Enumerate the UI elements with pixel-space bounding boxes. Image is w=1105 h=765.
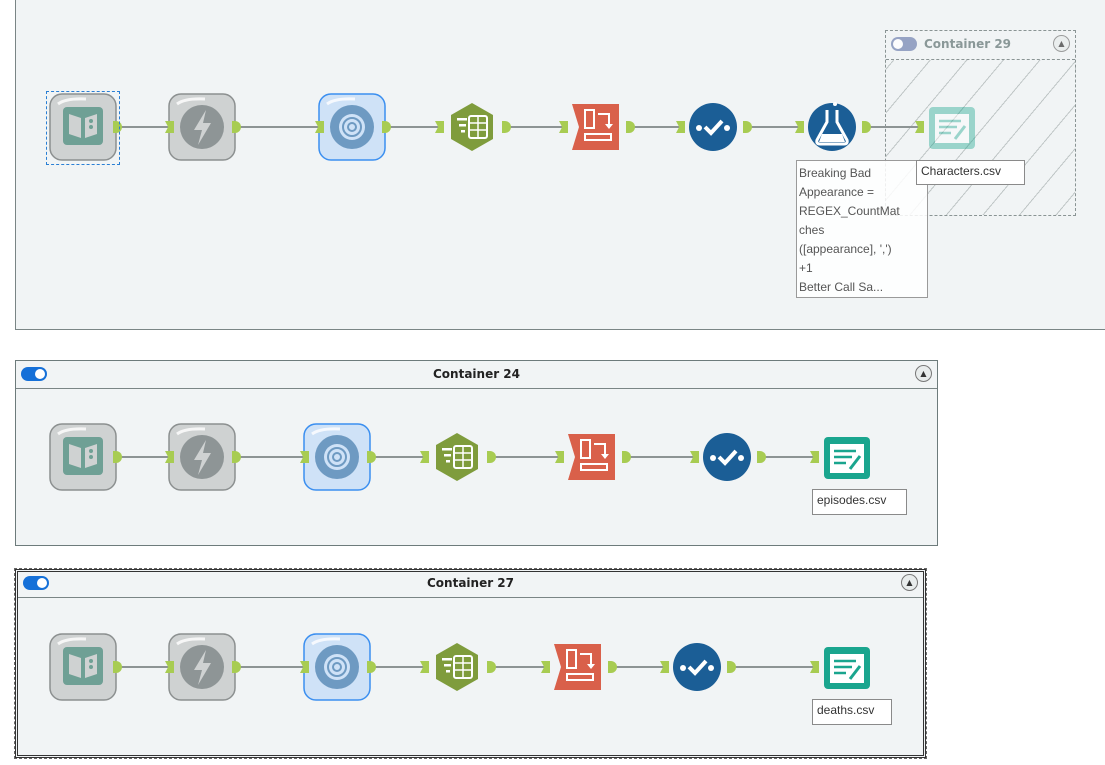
tool-select[interactable]	[435, 90, 509, 164]
connection-wire	[502, 126, 566, 128]
output-label-episodes: episodes.csv	[812, 489, 907, 515]
tool-formula[interactable]	[795, 90, 869, 164]
tool-check[interactable]	[660, 630, 734, 704]
transpose-icon	[554, 644, 601, 690]
cleanse-icon	[318, 93, 386, 161]
output-icon	[824, 437, 870, 479]
dynamic-input-icon	[168, 423, 236, 491]
container-header[interactable]: Container 24 ▲	[16, 361, 937, 389]
tool-select[interactable]	[420, 630, 494, 704]
output-faded-icon	[929, 107, 975, 149]
connection-wire	[232, 126, 322, 128]
output-label-deaths: deaths.csv	[812, 699, 892, 725]
collapse-chevron-icon[interactable]: ▲	[915, 365, 932, 382]
tool-dynamic-input[interactable]	[165, 90, 239, 164]
connection-wire	[487, 666, 548, 668]
container-header[interactable]: Container 27 ▲	[18, 570, 923, 598]
container-title: Container 24	[432, 367, 521, 381]
check-icon	[703, 433, 751, 481]
tool-transpose[interactable]	[541, 630, 615, 704]
check-icon	[689, 103, 737, 151]
transpose-icon	[568, 434, 615, 480]
connection-wire	[367, 456, 427, 458]
formula-icon	[808, 102, 856, 151]
container-header[interactable]: Container 29 ▲	[886, 31, 1075, 60]
connection-wire	[622, 456, 697, 458]
dynamic-input-icon	[168, 93, 236, 161]
tool-select[interactable]	[420, 420, 494, 494]
tool-cleanse[interactable]	[300, 420, 374, 494]
tool-dynamic-input[interactable]	[165, 420, 239, 494]
tool-transpose[interactable]	[555, 420, 629, 494]
tool-output-faded[interactable]	[915, 90, 989, 164]
formula-annotation: Breaking Bad Appearance = REGEX_CountMat…	[796, 160, 928, 298]
tool-output[interactable]	[810, 420, 884, 494]
connection-wire	[727, 666, 817, 668]
connection-wire	[232, 456, 307, 458]
tool-cleanse[interactable]	[315, 90, 389, 164]
output-icon	[824, 647, 870, 689]
connection-wire	[757, 456, 817, 458]
tool-dynamic-input[interactable]	[165, 630, 239, 704]
connection-wire	[487, 456, 562, 458]
select-icon	[451, 103, 493, 151]
tool-cleanse[interactable]	[300, 630, 374, 704]
transpose-icon	[572, 104, 619, 150]
tool-check[interactable]	[690, 420, 764, 494]
tool-transpose[interactable]	[559, 90, 633, 164]
select-icon	[436, 433, 478, 481]
tool-output[interactable]	[810, 630, 884, 704]
connection-wire	[382, 126, 442, 128]
cleanse-icon	[303, 633, 371, 701]
container-toggle-off[interactable]	[891, 37, 917, 51]
connection-wire	[862, 126, 922, 128]
tool-check[interactable]	[676, 90, 750, 164]
collapse-chevron-icon[interactable]: ▲	[1053, 35, 1070, 52]
dynamic-input-icon	[168, 633, 236, 701]
check-icon	[673, 643, 721, 691]
output-label-characters: Characters.csv	[916, 160, 1025, 185]
connection-wire	[367, 666, 427, 668]
connection-wire	[232, 666, 307, 668]
tool-input[interactable]	[46, 630, 120, 704]
cleanse-icon	[303, 423, 371, 491]
collapse-chevron-icon[interactable]: ▲	[901, 574, 918, 591]
tool-input[interactable]	[46, 420, 120, 494]
input-icon	[49, 633, 117, 701]
select-icon	[436, 643, 478, 691]
selection-box	[46, 91, 120, 165]
container-title: Container 27	[426, 576, 515, 590]
input-icon	[49, 423, 117, 491]
